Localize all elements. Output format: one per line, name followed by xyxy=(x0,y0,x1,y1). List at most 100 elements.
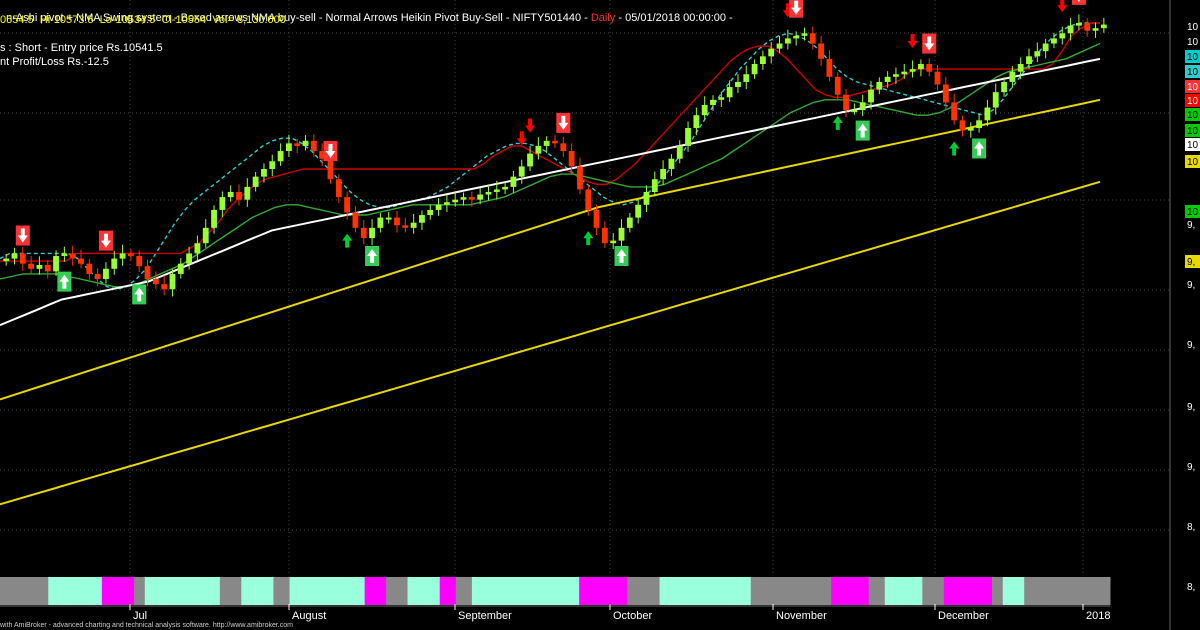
ribbon-segment-7 xyxy=(273,577,291,605)
x-tick-label-5: December xyxy=(938,610,989,622)
candle-body-119 xyxy=(992,92,999,108)
buy-boxed-arrow-11 xyxy=(614,246,629,266)
candle-body-19 xyxy=(161,284,168,290)
candle-body-123 xyxy=(1026,56,1032,64)
y-tick-label-11: 9, xyxy=(1187,220,1195,231)
candle-body-45 xyxy=(377,217,384,228)
candle-body-22 xyxy=(186,253,193,264)
candle-body-8 xyxy=(69,253,76,259)
candle-body-37 xyxy=(310,140,317,152)
candle-body-33 xyxy=(277,151,284,162)
ribbon-segment-15 xyxy=(552,577,580,605)
candle-body-21 xyxy=(177,263,184,274)
candle-body-78 xyxy=(651,179,658,192)
candle-body-104 xyxy=(868,89,874,103)
candle-body-24 xyxy=(202,227,209,244)
sell-boxed-arrow-0 xyxy=(15,225,30,246)
candle-body-14 xyxy=(119,253,126,259)
ribbon-segment-10 xyxy=(386,577,409,605)
candle-body-13 xyxy=(111,258,118,269)
candle-body-90 xyxy=(751,64,758,75)
y-tick-label-12: 9, xyxy=(1187,257,1195,268)
sell-boxed-arrow-21 xyxy=(1071,0,1086,5)
y-tick-label-7: 10 xyxy=(1187,126,1199,137)
candle-body-115 xyxy=(959,120,966,131)
candle-body-44 xyxy=(369,227,375,239)
candle-body-103 xyxy=(859,102,866,111)
candle-body-100 xyxy=(834,76,841,95)
price-chart[interactable]: Jul August September October November Decembe… xyxy=(0,0,1200,630)
candle-body-92 xyxy=(768,48,775,57)
y-tick-label-18: 8, xyxy=(1187,582,1195,593)
candle-body-9 xyxy=(78,258,84,264)
candle-body-76 xyxy=(635,204,642,218)
candle-body-95 xyxy=(793,35,800,39)
candle-body-11 xyxy=(94,273,101,280)
candle-body-130 xyxy=(1084,23,1091,31)
candle-body-107 xyxy=(893,74,899,77)
ribbon-segment-27 xyxy=(1024,577,1111,605)
ribbon-segment-5 xyxy=(219,577,242,605)
y-tick-label-15: 9, xyxy=(1187,402,1195,413)
profit-loss-line: nt Profit/Loss Rs.-12.5 xyxy=(0,56,109,68)
x-tick-label-0: Jul xyxy=(133,610,147,622)
candle-body-67 xyxy=(560,143,567,152)
candle-body-117 xyxy=(976,120,983,128)
candle-body-0 xyxy=(3,258,10,262)
y-tick-label-1: 10 xyxy=(1187,37,1199,48)
y-axis: 10 10 10 10 10 10 10 10 10 10 10 9, 9, 9, 9, 9, 9, 8, 8, xyxy=(1169,0,1200,630)
candle-body-25 xyxy=(211,209,217,228)
candle-body-41 xyxy=(344,197,351,213)
candle-body-63 xyxy=(527,153,533,167)
candle-body-99 xyxy=(826,58,833,77)
y-tick-label-13: 9, xyxy=(1187,280,1195,291)
candle-body-108 xyxy=(901,71,908,75)
y-tick-label-14: 9, xyxy=(1187,340,1195,351)
y-tick-label-5: 10 xyxy=(1187,96,1199,107)
candle-body-52 xyxy=(435,204,442,210)
ribbon-segment-20 xyxy=(831,577,870,605)
candle-body-17 xyxy=(144,266,151,280)
candle-body-69 xyxy=(577,166,583,190)
candle-body-31 xyxy=(261,168,267,177)
ribbon-segment-22 xyxy=(884,577,923,605)
ribbon-segment-14 xyxy=(471,577,553,605)
x-tick-label-4: November xyxy=(776,610,827,622)
candle-body-34 xyxy=(285,143,292,152)
candle-body-73 xyxy=(610,240,617,244)
sell-boxed-arrow-8 xyxy=(556,112,571,133)
candle-body-29 xyxy=(244,186,251,200)
candle-body-77 xyxy=(643,192,650,205)
candle-body-2 xyxy=(19,253,26,264)
buy-boxed-arrow-5 xyxy=(365,246,380,266)
y-tick-label-6: 10 xyxy=(1187,110,1199,121)
candle-body-66 xyxy=(552,140,558,144)
candle-body-96 xyxy=(801,33,808,36)
candle-body-10 xyxy=(86,263,93,274)
candle-body-120 xyxy=(1001,81,1007,93)
ribbon-segment-18 xyxy=(659,577,752,605)
x-tick-label-1: August xyxy=(292,610,326,622)
candle-body-94 xyxy=(784,38,791,44)
ribbon-segment-11 xyxy=(407,577,441,605)
candle-body-105 xyxy=(876,81,883,90)
candle-body-80 xyxy=(668,158,675,169)
candle-body-126 xyxy=(1051,38,1057,44)
candle-body-89 xyxy=(743,74,750,82)
candle-body-16 xyxy=(136,256,143,267)
ribbon-segment-23 xyxy=(922,577,945,605)
candle-body-109 xyxy=(909,69,916,72)
sell-boxed-arrow-13 xyxy=(789,0,804,18)
candle-body-30 xyxy=(252,176,259,187)
candle-body-127 xyxy=(1059,33,1066,39)
ribbon-segment-25 xyxy=(992,577,1004,605)
candle-body-42 xyxy=(352,212,359,228)
candle-body-60 xyxy=(502,186,509,190)
sell-boxed-arrow-1 xyxy=(98,230,113,251)
chart-background xyxy=(0,0,1200,630)
candle-body-40 xyxy=(335,179,342,198)
candle-body-85 xyxy=(710,99,716,105)
candle-body-61 xyxy=(510,176,517,187)
candle-body-79 xyxy=(660,168,667,180)
candle-body-36 xyxy=(302,140,309,146)
